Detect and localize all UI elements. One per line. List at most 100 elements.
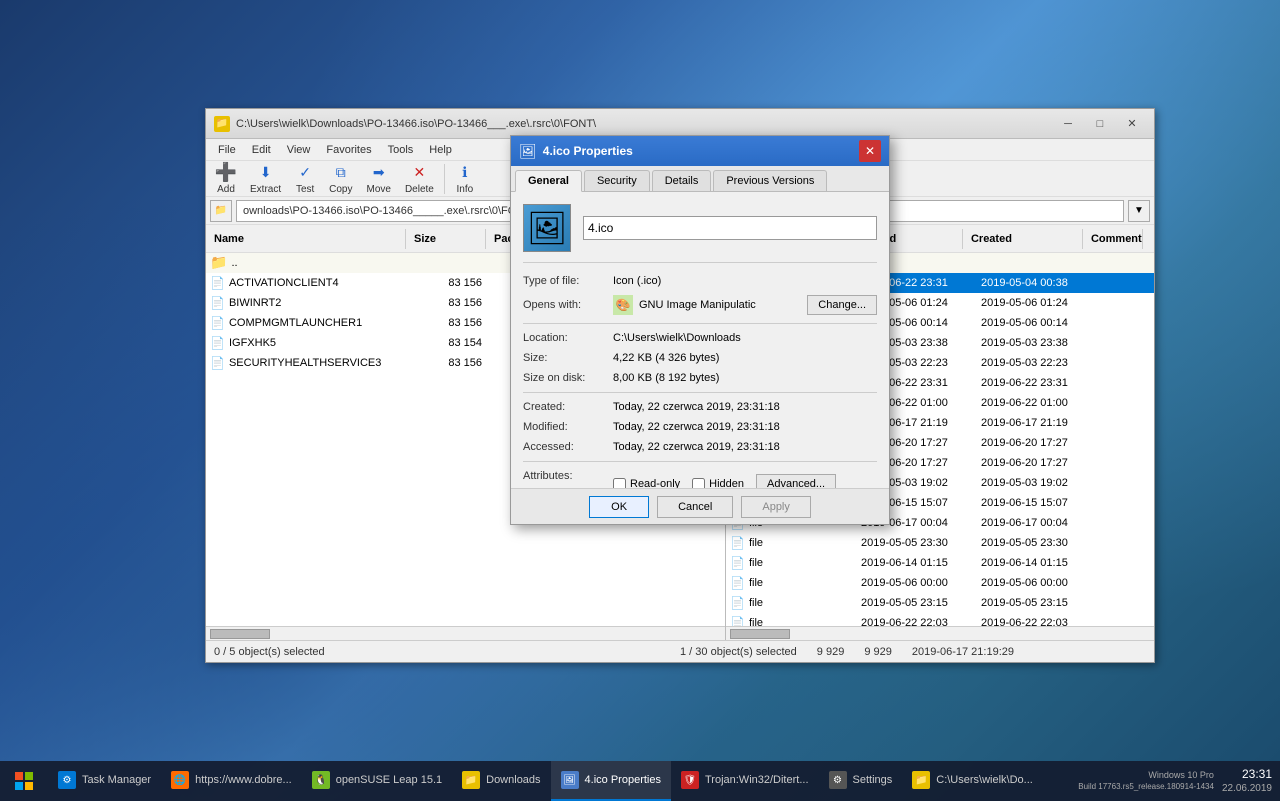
advanced-button[interactable]: Advanced... xyxy=(756,474,836,488)
col-size-left[interactable]: Size xyxy=(406,229,486,249)
downloads-icon: 📁 xyxy=(462,771,480,789)
start-button[interactable] xyxy=(0,761,48,801)
hidden-check: Hidden xyxy=(692,478,744,489)
separator-2 xyxy=(523,392,877,393)
accessed-value: Today, 22 czerwca 2019, 23:31:18 xyxy=(613,441,877,453)
extract-button[interactable]: ⬇ Extract xyxy=(244,161,287,197)
taskbar-item-trojan[interactable]: 🛡 Trojan:Win32/Ditert... xyxy=(671,761,819,801)
info-button[interactable]: ℹ Info xyxy=(449,161,481,197)
right-status-selected: 1 / 30 object(s) selected xyxy=(680,646,797,658)
info-icon: ℹ xyxy=(455,163,475,183)
opens-label: Opens with: xyxy=(523,299,613,311)
left-file-size: 83 156 xyxy=(406,297,486,309)
test-button[interactable]: ✓ Test xyxy=(289,161,321,197)
taskbar-item-downloads[interactable]: 📁 Downloads xyxy=(452,761,550,801)
address-icon-left[interactable]: 📁 xyxy=(210,200,232,222)
taskbar-item-browser[interactable]: 🌐 https://www.dobre... xyxy=(161,761,302,801)
browser-icon: 🌐 xyxy=(171,771,189,789)
cancel-button[interactable]: Cancel xyxy=(657,496,733,518)
taskbar-item-properties[interactable]: 🖼 4.ico Properties xyxy=(551,761,671,801)
taskbar-item-explorer2[interactable]: 📁 C:\Users\wielk\Do... xyxy=(902,761,1043,801)
window-controls: ─ □ ✕ xyxy=(1054,114,1146,134)
left-file-size: 83 156 xyxy=(406,277,486,289)
minimize-button[interactable]: ─ xyxy=(1054,114,1082,134)
close-button[interactable]: ✕ xyxy=(1118,114,1146,134)
copy-icon: ⧉ xyxy=(331,163,351,183)
col-created-right[interactable]: Created xyxy=(963,229,1083,249)
add-icon: ➕ xyxy=(216,163,236,183)
taskbar-item-taskmanager[interactable]: ⚙ Task Manager xyxy=(48,761,161,801)
separator-1 xyxy=(523,323,877,324)
toolbar-separator xyxy=(444,164,445,194)
dialog-body: 🖼 Type of file: Icon (.ico) Opens with: … xyxy=(511,192,889,488)
extract-icon: ⬇ xyxy=(256,163,276,183)
explorer2-icon: 📁 xyxy=(912,771,930,789)
file-icon: 📄 xyxy=(210,336,225,350)
dialog-filename-input[interactable] xyxy=(583,216,877,240)
attributes-label: Attributes: xyxy=(523,470,613,488)
delete-button[interactable]: ✕ Delete xyxy=(399,161,440,197)
move-button[interactable]: ➡ Move xyxy=(360,161,396,197)
right-file-row[interactable]: 📄file 2019-06-14 01:15 2019-06-14 01:15 xyxy=(726,553,1154,573)
opens-value: GNU Image Manipulatic xyxy=(639,299,807,311)
explorer-icon: 📁 xyxy=(214,116,230,132)
copy-button[interactable]: ⧉ Copy xyxy=(323,161,358,197)
readonly-checkbox[interactable] xyxy=(613,478,626,489)
menu-help[interactable]: Help xyxy=(421,142,460,158)
taskbar-items: ⚙ Task Manager 🌐 https://www.dobre... 🐧 … xyxy=(48,761,1070,801)
file-icon: 📄 xyxy=(210,276,225,290)
left-file-name: 📄COMPMGMTLAUNCHER1 xyxy=(206,316,406,330)
right-scrollbar-h[interactable] xyxy=(726,626,1154,640)
explorer-title: C:\Users\wielk\Downloads\PO-13466.iso\PO… xyxy=(236,118,1054,130)
dialog-tabs: General Security Details Previous Versio… xyxy=(511,166,889,192)
properties-dialog: 🖼 4.ico Properties ✕ General Security De… xyxy=(510,135,890,525)
tab-details[interactable]: Details xyxy=(652,170,712,191)
right-file-row[interactable]: 📄file 2019-05-05 23:15 2019-05-05 23:15 xyxy=(726,593,1154,613)
size-disk-value: 8,00 KB (8 192 bytes) xyxy=(613,372,877,384)
taskbar: ⚙ Task Manager 🌐 https://www.dobre... 🐧 … xyxy=(0,761,1280,801)
tab-general[interactable]: General xyxy=(515,170,582,192)
gimp-icon: 🎨 xyxy=(613,295,633,315)
test-icon: ✓ xyxy=(295,163,315,183)
menu-favorites[interactable]: Favorites xyxy=(318,142,379,158)
ok-button[interactable]: OK xyxy=(589,496,649,518)
change-button[interactable]: Change... xyxy=(807,295,877,315)
col-comment-right[interactable]: Comment xyxy=(1083,229,1143,249)
dialog-opens-row: Opens with: 🎨 GNU Image Manipulatic Chan… xyxy=(523,295,877,315)
right-address-dropdown[interactable]: ▼ xyxy=(1128,200,1150,222)
readonly-check: Read-only xyxy=(613,478,680,489)
taskmanager-icon: ⚙ xyxy=(58,771,76,789)
add-button[interactable]: ➕ Add xyxy=(210,161,242,197)
dialog-close-button[interactable]: ✕ xyxy=(859,140,881,162)
menu-file[interactable]: File xyxy=(210,142,244,158)
dialog-size-row: Size: 4,22 KB (4 326 bytes) xyxy=(523,352,877,364)
menu-edit[interactable]: Edit xyxy=(244,142,279,158)
properties-icon: 🖼 xyxy=(561,771,579,789)
left-scrollbar-h[interactable] xyxy=(206,626,725,640)
left-file-size: 83 154 xyxy=(406,337,486,349)
dialog-size-disk-row: Size on disk: 8,00 KB (8 192 bytes) xyxy=(523,372,877,384)
status-bar: 0 / 5 object(s) selected 1 / 30 object(s… xyxy=(206,640,1154,662)
left-file-name: 📄BIWINRT2 xyxy=(206,296,406,310)
tab-previous-versions[interactable]: Previous Versions xyxy=(713,170,827,191)
right-file-row[interactable]: 📄file 2019-06-22 22:03 2019-06-22 22:03 xyxy=(726,613,1154,626)
taskbar-item-settings[interactable]: ⚙ Settings xyxy=(819,761,903,801)
maximize-button[interactable]: □ xyxy=(1086,114,1114,134)
delete-icon: ✕ xyxy=(409,163,429,183)
dialog-file-header: 🖼 xyxy=(523,204,877,263)
apply-button[interactable]: Apply xyxy=(741,496,811,518)
hidden-label: Hidden xyxy=(709,478,744,488)
left-file-size: 83 156 xyxy=(406,317,486,329)
right-file-row[interactable]: 📄file 2019-05-05 23:30 2019-05-05 23:30 xyxy=(726,533,1154,553)
right-file-row[interactable]: 📄file 2019-05-06 00:00 2019-05-06 00:00 xyxy=(726,573,1154,593)
right-status: 1 / 30 object(s) selected 9 929 9 929 20… xyxy=(680,646,1146,658)
right-status-date: 2019-06-17 21:19:29 xyxy=(912,646,1014,658)
menu-tools[interactable]: Tools xyxy=(380,142,422,158)
hidden-checkbox[interactable] xyxy=(692,478,705,489)
type-label: Type of file: xyxy=(523,275,613,287)
col-name-left[interactable]: Name xyxy=(206,229,406,249)
taskbar-item-opensuse[interactable]: 🐧 openSUSE Leap 15.1 xyxy=(302,761,452,801)
tab-security[interactable]: Security xyxy=(584,170,650,191)
dialog-title-icon: 🖼 xyxy=(519,143,537,160)
menu-view[interactable]: View xyxy=(279,142,319,158)
